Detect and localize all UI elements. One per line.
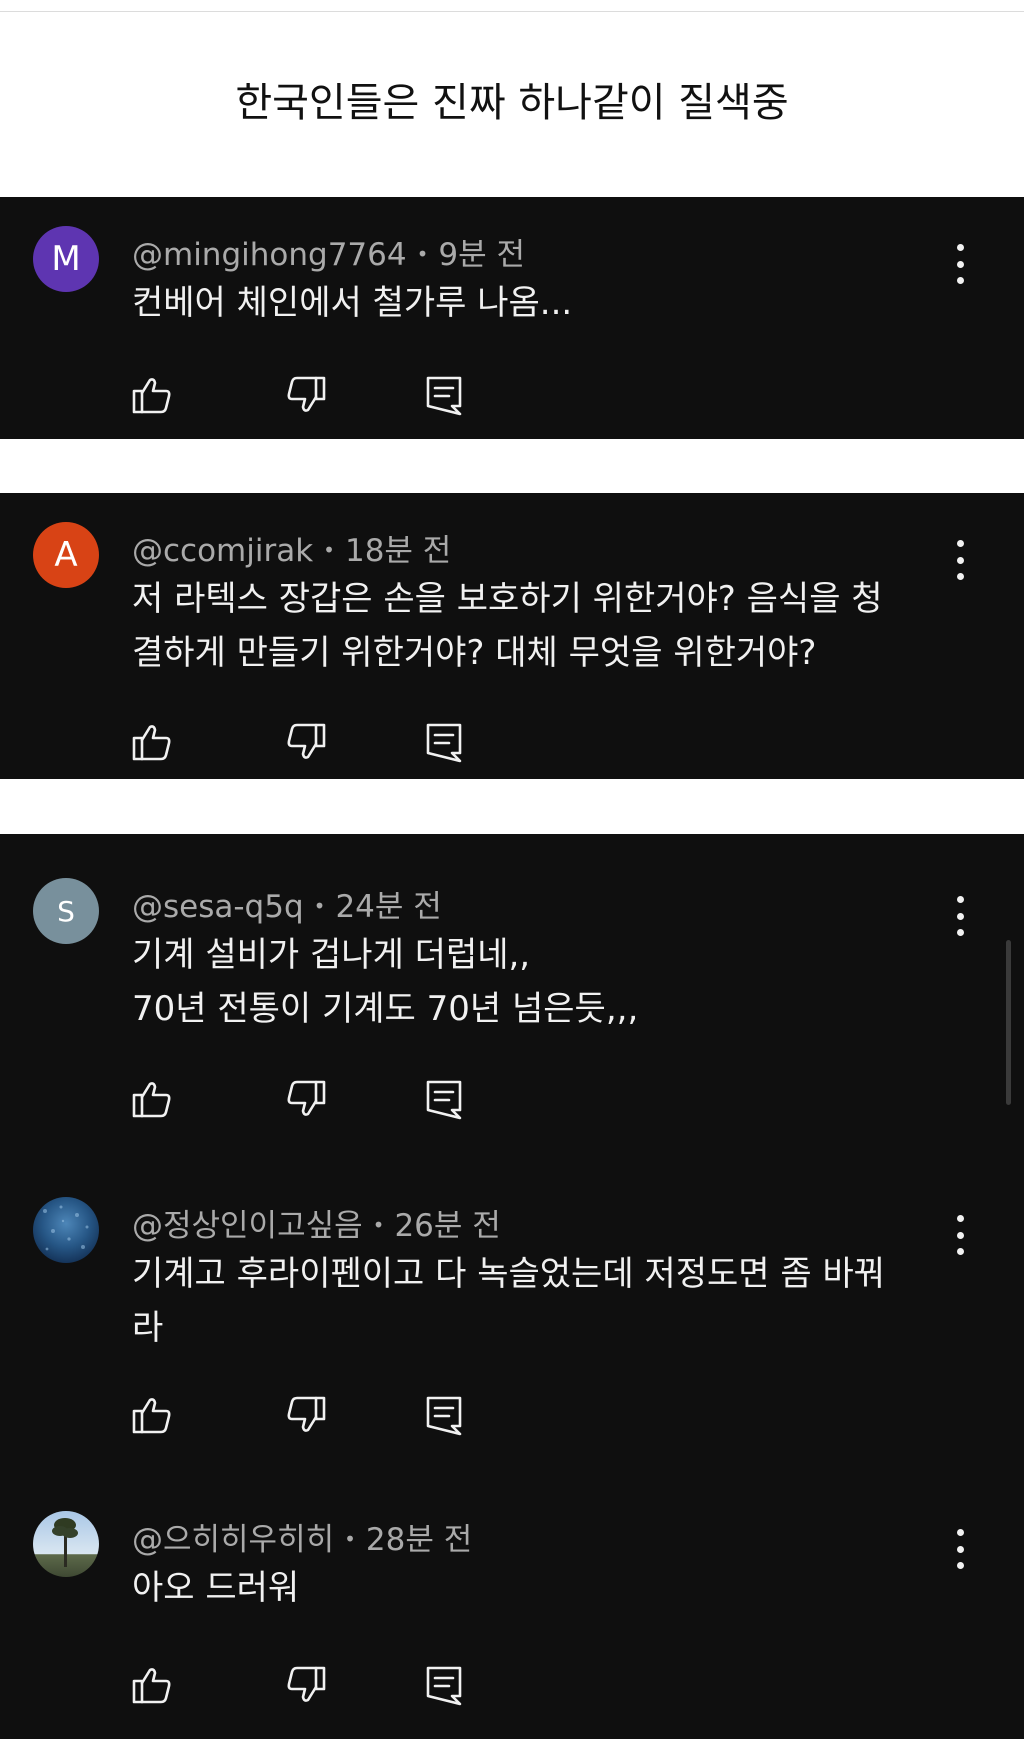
avatar[interactable]: S: [33, 878, 99, 944]
thumbs-up-icon[interactable]: [130, 1393, 174, 1437]
comment-text: 저 라텍스 장갑은 손을 보호하기 위한거야? 음식을 청 결하게 만들기 위한…: [132, 579, 883, 673]
avatar-image: [33, 1197, 99, 1263]
more-vertical-icon[interactable]: [945, 1529, 975, 1569]
comment-meta: @mingihong7764 • 9분 전: [132, 229, 525, 274]
comment-time[interactable]: 24분 전: [335, 889, 441, 925]
comment-time[interactable]: 26분 전: [394, 1208, 500, 1244]
meta-separator: •: [313, 894, 326, 918]
comment-actions: [130, 373, 470, 417]
top-divider: [0, 11, 1024, 12]
thumbs-up-icon[interactable]: [130, 1077, 174, 1121]
comment-text: 기계고 후라이펜이고 다 녹슬었는데 저정도면 좀 바꿔 라: [132, 1254, 886, 1348]
reply-comment-icon[interactable]: [422, 1077, 466, 1121]
meta-separator: •: [416, 242, 429, 266]
comment-author[interactable]: @으히히우히히: [132, 1522, 334, 1558]
comment-text: 기계 설비가 겁나게 더럽네,, 70년 전통이 기계도 70년 넘은듯,,,: [132, 935, 639, 1029]
more-vertical-icon[interactable]: [945, 1215, 975, 1255]
comment-card: A @ccomjirak • 18분 전 저 라텍스 장갑은 손을 보호하기 위한거…: [0, 493, 1024, 779]
comment-author[interactable]: @ccomjirak: [132, 533, 313, 569]
meta-separator: •: [323, 538, 335, 562]
thumbs-up-icon[interactable]: [130, 373, 174, 417]
reply-comment-icon[interactable]: [422, 1663, 466, 1707]
thumbs-down-icon[interactable]: [284, 1393, 328, 1437]
comment-text: 아오 드러워: [132, 1568, 300, 1608]
comment-actions: [130, 1663, 470, 1707]
thumbs-down-icon[interactable]: [284, 1077, 328, 1121]
comment-actions: [130, 720, 470, 764]
meta-separator: •: [344, 1527, 356, 1551]
thumbs-down-icon[interactable]: [284, 720, 328, 764]
avatar[interactable]: A: [33, 522, 99, 588]
comment-card: S @sesa-q5q • 24분 전 기계 설비가 겁나게 더럽네,, 70년 전…: [0, 834, 1024, 1739]
reply-comment-icon[interactable]: [422, 720, 466, 764]
reply-comment-icon[interactable]: [422, 1393, 466, 1437]
thumbs-down-icon[interactable]: [284, 373, 328, 417]
reply-comment-icon[interactable]: [422, 373, 466, 417]
thumbs-up-icon[interactable]: [130, 720, 174, 764]
meta-separator: •: [372, 1213, 385, 1237]
more-vertical-icon[interactable]: [945, 896, 975, 936]
comment-meta: @ccomjirak • 18분 전: [132, 525, 451, 570]
comment-actions: [130, 1077, 470, 1121]
comment-text: 컨베어 체인에서 철가루 나옴...: [132, 283, 573, 323]
comment-time[interactable]: 9분 전: [438, 237, 525, 273]
thumbs-up-icon[interactable]: [130, 1663, 174, 1707]
comment-author[interactable]: @mingihong7764: [132, 237, 407, 273]
scrollbar[interactable]: [1006, 940, 1011, 1105]
headline: 한국인들은 진짜 하나같이 질색중: [235, 80, 789, 126]
comment-card: M @mingihong7764 • 9분 전 컨베어 체인에서 철가루 나옴...: [0, 197, 1024, 439]
comment-actions: [130, 1393, 470, 1437]
thumbs-down-icon[interactable]: [284, 1663, 328, 1707]
more-vertical-icon[interactable]: [945, 540, 975, 580]
avatar[interactable]: [33, 1511, 99, 1577]
comment-time[interactable]: 18분 전: [345, 533, 451, 569]
comment-meta: @으히히우히히 • 28분 전: [132, 1514, 472, 1559]
comment-meta: @sesa-q5q • 24분 전: [132, 881, 442, 926]
avatar-image: [33, 1511, 99, 1577]
comment-meta: @정상인이고싶음 • 26분 전: [132, 1200, 501, 1245]
comment-time[interactable]: 28분 전: [366, 1522, 472, 1558]
more-vertical-icon[interactable]: [945, 244, 975, 284]
avatar[interactable]: [33, 1197, 99, 1263]
avatar[interactable]: M: [33, 226, 99, 292]
comment-author[interactable]: @정상인이고싶음: [132, 1208, 363, 1244]
comment-author[interactable]: @sesa-q5q: [132, 889, 304, 925]
